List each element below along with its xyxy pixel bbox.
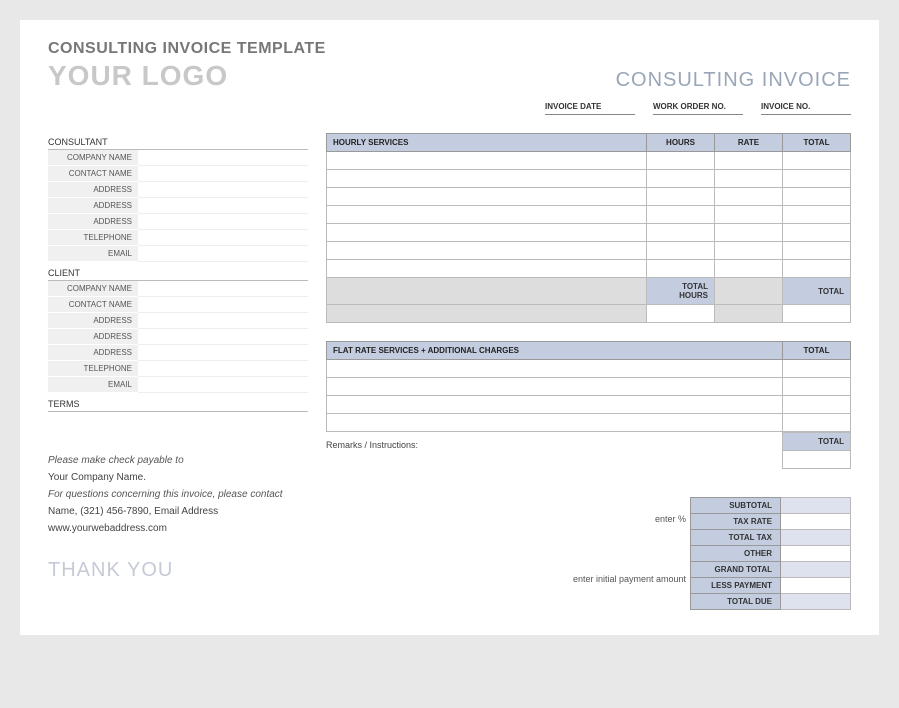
- enter-percent-note: enter %: [573, 514, 686, 524]
- consultant-email-label: EMAIL: [48, 246, 138, 262]
- hourly-row[interactable]: [327, 242, 851, 260]
- flat-row[interactable]: [327, 360, 851, 378]
- consultant-company-value[interactable]: [138, 150, 308, 166]
- flat-row[interactable]: [327, 396, 851, 414]
- flat-row[interactable]: [327, 378, 851, 396]
- header-row: YOUR LOGO CONSULTING INVOICE: [48, 60, 851, 92]
- flat-summary-total-label: TOTAL: [783, 433, 851, 451]
- consultant-address3-label: ADDRESS: [48, 214, 138, 230]
- client-company-label: COMPANY NAME: [48, 281, 138, 297]
- invoice-meta: INVOICE DATE WORK ORDER NO. INVOICE NO.: [48, 100, 851, 115]
- consultant-section-label: CONSULTANT: [48, 137, 308, 150]
- terms-label: TERMS: [48, 399, 308, 412]
- hourly-row[interactable]: [327, 206, 851, 224]
- client-table: COMPANY NAME CONTACT NAME ADDRESS ADDRES…: [48, 281, 308, 393]
- client-address3-value[interactable]: [138, 345, 308, 361]
- client-contact-label: CONTACT NAME: [48, 297, 138, 313]
- client-address2-value[interactable]: [138, 329, 308, 345]
- logo-placeholder: YOUR LOGO: [48, 60, 228, 92]
- client-contact-value[interactable]: [138, 297, 308, 313]
- consultant-email-value[interactable]: [138, 246, 308, 262]
- enter-payment-note: enter initial payment amount: [573, 574, 686, 584]
- totals-block: enter % enter initial payment amount SUB…: [326, 497, 851, 610]
- flat-row[interactable]: [327, 414, 851, 432]
- consultant-company-label: COMPANY NAME: [48, 150, 138, 166]
- other-value[interactable]: [781, 546, 851, 562]
- consultant-address1-value[interactable]: [138, 182, 308, 198]
- thank-you: THANK YOU: [48, 559, 308, 582]
- consultant-contact-label: CONTACT NAME: [48, 166, 138, 182]
- meta-work-order[interactable]: WORK ORDER NO.: [653, 100, 743, 115]
- consultant-table: COMPANY NAME CONTACT NAME ADDRESS ADDRES…: [48, 150, 308, 262]
- less-payment-value[interactable]: [781, 578, 851, 594]
- total-due-label: TOTAL DUE: [691, 594, 781, 610]
- less-payment-label: LESS PAYMENT: [691, 578, 781, 594]
- client-telephone-value[interactable]: [138, 361, 308, 377]
- consultant-contact-value[interactable]: [138, 166, 308, 182]
- grand-total-value: [781, 562, 851, 578]
- client-email-label: EMAIL: [48, 377, 138, 393]
- flat-total-header: TOTAL: [783, 342, 851, 360]
- hourly-summary-values: [327, 305, 851, 323]
- meta-invoice-date[interactable]: INVOICE DATE: [545, 100, 635, 115]
- payable-intro: Please make check payable to: [48, 452, 308, 469]
- hourly-hours-header: HOURS: [647, 134, 715, 152]
- other-label: OTHER: [691, 546, 781, 562]
- client-address2-label: ADDRESS: [48, 329, 138, 345]
- tax-rate-value[interactable]: [781, 514, 851, 530]
- invoice-page: CONSULTING INVOICE TEMPLATE YOUR LOGO CO…: [20, 20, 879, 635]
- total-tax-value: [781, 530, 851, 546]
- total-due-value: [781, 594, 851, 610]
- hourly-total-label: TOTAL: [783, 278, 851, 305]
- hourly-row[interactable]: [327, 152, 851, 170]
- hourly-row[interactable]: [327, 188, 851, 206]
- consultant-telephone-label: TELEPHONE: [48, 230, 138, 246]
- page-title: CONSULTING INVOICE TEMPLATE: [48, 40, 851, 58]
- totals-table: SUBTOTAL TAX RATE TOTAL TAX OTHER GRAND …: [690, 497, 851, 610]
- consultant-address2-value[interactable]: [138, 198, 308, 214]
- hourly-row[interactable]: [327, 260, 851, 278]
- consultant-address3-value[interactable]: [138, 214, 308, 230]
- hourly-summary-row: TOTAL HOURS TOTAL: [327, 278, 851, 305]
- grand-total-label: GRAND TOTAL: [691, 562, 781, 578]
- hourly-services-table: HOURLY SERVICES HOURS RATE TOTAL TOTAL H…: [326, 133, 851, 323]
- subtotal-value: [781, 498, 851, 514]
- hourly-services-header: HOURLY SERVICES: [327, 134, 647, 152]
- total-hours-label: TOTAL HOURS: [647, 278, 715, 305]
- payment-footer: Please make check payable to Your Compan…: [48, 452, 308, 537]
- hourly-row[interactable]: [327, 224, 851, 242]
- hourly-total-header: TOTAL: [783, 134, 851, 152]
- contact-line: Name, (321) 456-7890, Email Address: [48, 503, 308, 520]
- flat-rate-header: FLAT RATE SERVICES + ADDITIONAL CHARGES: [327, 342, 783, 360]
- client-company-value[interactable]: [138, 281, 308, 297]
- questions-intro: For questions concerning this invoice, p…: [48, 486, 308, 503]
- consultant-address2-label: ADDRESS: [48, 198, 138, 214]
- subtotal-label: SUBTOTAL: [691, 498, 781, 514]
- total-hours-value: [647, 305, 715, 323]
- invoice-heading: CONSULTING INVOICE: [616, 69, 851, 92]
- client-section-label: CLIENT: [48, 268, 308, 281]
- hourly-total-value: [783, 305, 851, 323]
- web-address: www.yourwebaddress.com: [48, 520, 308, 537]
- client-email-value[interactable]: [138, 377, 308, 393]
- client-address3-label: ADDRESS: [48, 345, 138, 361]
- remarks-label: Remarks / Instructions:: [326, 436, 782, 469]
- flat-rate-table: FLAT RATE SERVICES + ADDITIONAL CHARGES …: [326, 341, 851, 432]
- tax-rate-label: TAX RATE: [691, 514, 781, 530]
- hourly-row[interactable]: [327, 170, 851, 188]
- payable-name: Your Company Name.: [48, 469, 308, 486]
- client-address1-value[interactable]: [138, 313, 308, 329]
- client-telephone-label: TELEPHONE: [48, 361, 138, 377]
- consultant-telephone-value[interactable]: [138, 230, 308, 246]
- flat-summary-total-value: [783, 451, 851, 469]
- hourly-rate-header: RATE: [715, 134, 783, 152]
- client-address1-label: ADDRESS: [48, 313, 138, 329]
- consultant-address1-label: ADDRESS: [48, 182, 138, 198]
- total-tax-label: TOTAL TAX: [691, 530, 781, 546]
- meta-invoice-no[interactable]: INVOICE NO.: [761, 100, 851, 115]
